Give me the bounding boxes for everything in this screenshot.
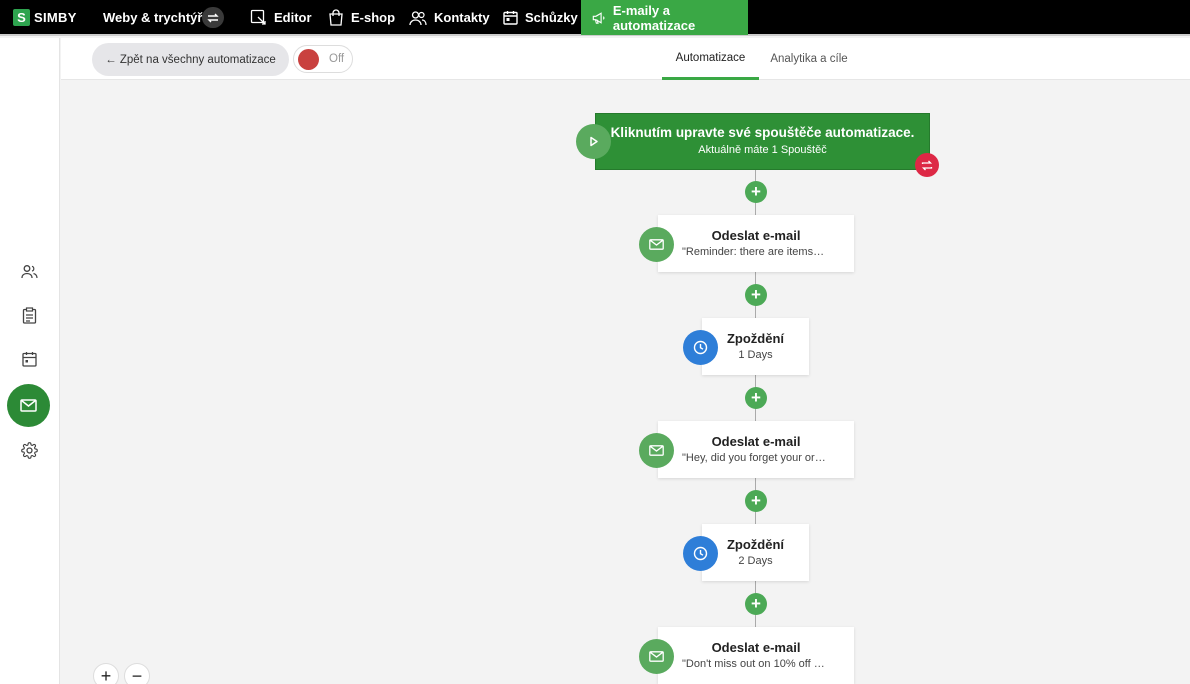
- trigger-block[interactable]: Kliknutím upravte své spouštěče automati…: [595, 113, 930, 170]
- step-send-email[interactable]: Odeslat e-mail "Hey, did you forget your…: [658, 421, 854, 478]
- add-step-button[interactable]: +: [745, 387, 767, 409]
- zoom-in-button[interactable]: +: [93, 663, 119, 684]
- nav-editor[interactable]: Editor: [250, 0, 312, 35]
- brand-logo[interactable]: S SIMBY: [13, 8, 77, 26]
- clock-icon: [683, 330, 718, 365]
- nav-label: E-maily a automatizace: [612, 2, 696, 33]
- add-step-button[interactable]: +: [745, 181, 767, 203]
- nav-emails-automation[interactable]: E-maily a automatizace: [581, 0, 748, 35]
- nav-eshop[interactable]: E-shop: [328, 0, 395, 35]
- step-subtitle: "Hey, did you forget your or…: [682, 452, 826, 464]
- sidebar-item-calendar[interactable]: [19, 349, 39, 369]
- logo-badge: S: [13, 8, 30, 26]
- nav-label: Kontakty: [434, 10, 490, 25]
- envelope-icon: [20, 399, 37, 412]
- tab-analytics-goals[interactable]: Analytika a cíle: [765, 38, 853, 80]
- users-icon: [20, 264, 38, 278]
- top-navbar: S SIMBY Weby & trychtýře Editor E-shop K…: [0, 0, 1190, 36]
- editor-icon: [250, 9, 266, 25]
- step-send-email[interactable]: Odeslat e-mail "Reminder: there are item…: [658, 215, 854, 272]
- nav-meetings[interactable]: Schůzky: [503, 0, 578, 35]
- add-step-button[interactable]: +: [745, 490, 767, 512]
- step-delay[interactable]: Zpoždění 2 Days: [702, 524, 809, 581]
- add-step-button[interactable]: +: [745, 284, 767, 306]
- nav-webs-funnels[interactable]: Weby & trychtýře: [103, 0, 210, 35]
- sidebar-item-contacts[interactable]: [19, 261, 39, 281]
- swap-icon[interactable]: [202, 7, 224, 28]
- step-title: Odeslat e-mail: [711, 640, 801, 655]
- sidebar-item-forms[interactable]: [19, 305, 39, 325]
- tab-automation[interactable]: Automatizace: [662, 38, 759, 80]
- sidebar: [0, 38, 60, 684]
- back-to-automations-button[interactable]: ← Zpět na všechny automatizace: [92, 43, 289, 76]
- logo-text: SIMBY: [34, 9, 77, 25]
- users-icon: [409, 10, 427, 25]
- step-send-email[interactable]: Odeslat e-mail "Don't miss out on 10% of…: [658, 627, 854, 684]
- play-icon: [576, 124, 611, 159]
- clock-icon: [683, 536, 718, 571]
- envelope-icon: [639, 433, 674, 468]
- step-delay[interactable]: Zpoždění 1 Days: [702, 318, 809, 375]
- step-subtitle: 2 Days: [738, 555, 773, 567]
- toggle-knob: [298, 49, 319, 70]
- envelope-icon: [639, 639, 674, 674]
- nav-label: Schůzky: [525, 10, 578, 25]
- swap-trigger-icon[interactable]: [915, 153, 939, 177]
- step-title: Odeslat e-mail: [711, 434, 801, 449]
- step-title: Odeslat e-mail: [711, 228, 801, 243]
- nav-label: Weby & trychtýře: [103, 10, 210, 25]
- zoom-out-button[interactable]: −: [124, 663, 150, 684]
- calendar-icon: [21, 352, 37, 367]
- step-subtitle: "Reminder: there are items…: [682, 246, 825, 258]
- envelope-icon: [639, 227, 674, 262]
- calendar-icon: [503, 11, 518, 25]
- clipboard-icon: [22, 306, 36, 324]
- add-step-button[interactable]: +: [745, 593, 767, 615]
- automation-header: ← Zpět na všechny automatizace Off Autom…: [61, 38, 1190, 80]
- nav-label: Editor: [274, 10, 312, 25]
- automation-toggle[interactable]: Off: [293, 45, 353, 73]
- toggle-label: Off: [329, 53, 345, 65]
- trigger-subtitle: Aktuálně máte 1 Spouštěč: [698, 144, 827, 156]
- step-subtitle: 1 Days: [738, 349, 773, 361]
- gear-icon: [20, 441, 38, 459]
- sidebar-item-settings[interactable]: [19, 440, 39, 460]
- step-subtitle: "Don't miss out on 10% off …: [682, 658, 825, 670]
- step-title: Zpoždění: [726, 331, 785, 346]
- megaphone-icon: [592, 11, 605, 24]
- nav-label: E-shop: [351, 10, 396, 25]
- shopping-bag-icon: [329, 9, 343, 26]
- trigger-title: Kliknutím upravte své spouštěče automati…: [610, 125, 915, 140]
- sidebar-item-emails[interactable]: [7, 384, 50, 427]
- step-title: Zpoždění: [726, 537, 785, 552]
- nav-contacts[interactable]: Kontakty: [409, 0, 490, 35]
